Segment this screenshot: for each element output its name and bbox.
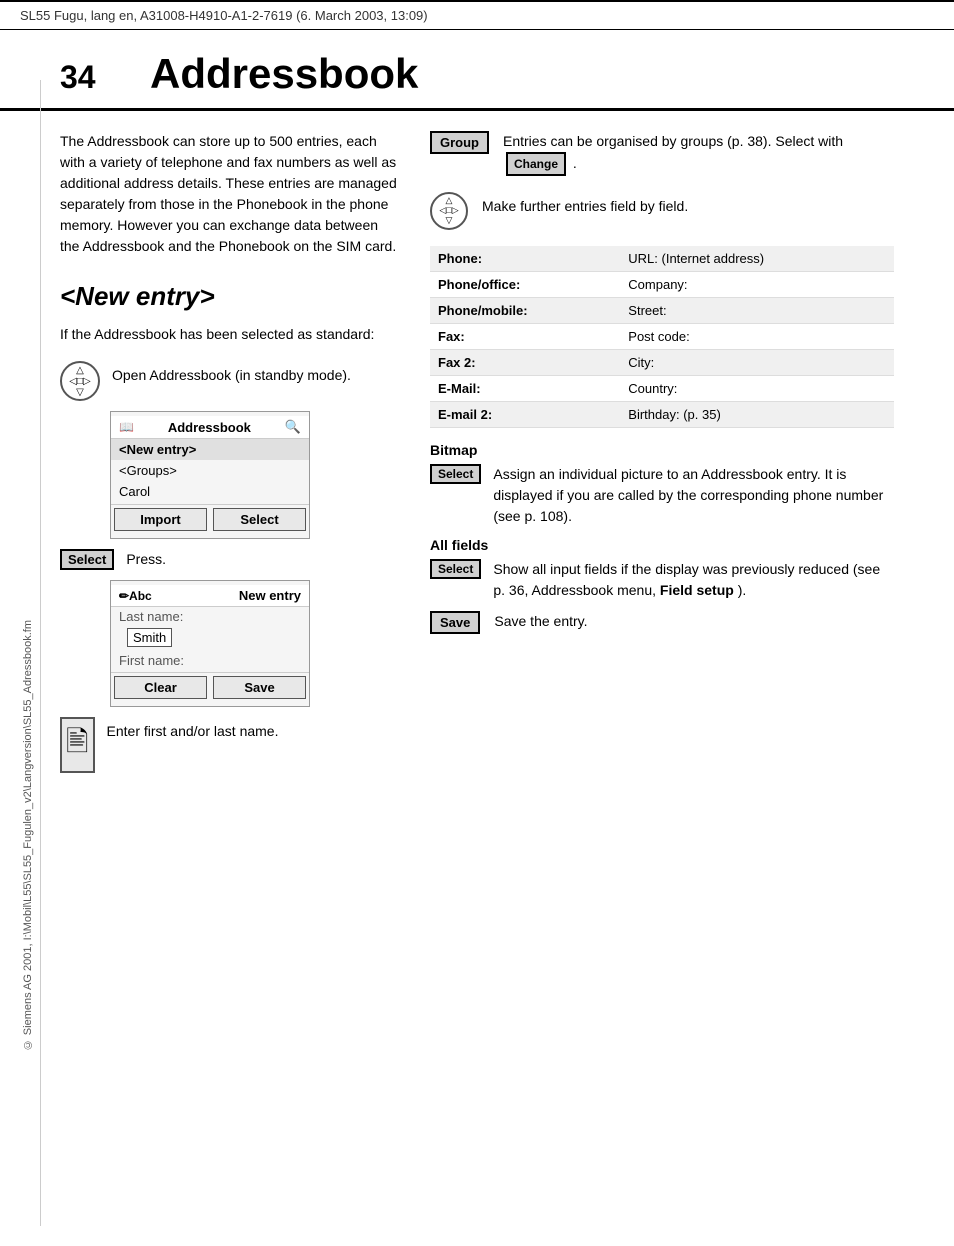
form-ui-buttons: Clear Save bbox=[111, 672, 309, 702]
allfields-section: All fields Select Show all input fields … bbox=[430, 537, 894, 601]
header-bar: SL55 Fugu, lang en, A31008-H4910-A1-2-76… bbox=[0, 0, 954, 30]
select-badge: Select bbox=[60, 549, 114, 570]
enter-name-row: 🖹 Enter first and/or last name. bbox=[60, 717, 400, 773]
field-table: Phone: URL: (Internet address) Phone/off… bbox=[430, 246, 894, 428]
bitmap-select-badge: Select bbox=[430, 464, 481, 484]
form-last-name-label: Last name: bbox=[111, 607, 309, 626]
open-addressbook-row: △◁□▷▽ Open Addressbook (in standby mode)… bbox=[60, 361, 400, 401]
form-last-name-box: Smith bbox=[127, 628, 172, 647]
enter-name-text: Enter first and/or last name. bbox=[107, 721, 279, 742]
field-postcode: Post code: bbox=[620, 324, 894, 350]
table-row: Phone: URL: (Internet address) bbox=[430, 246, 894, 272]
keyboard-icon: 🖹 bbox=[60, 717, 95, 773]
field-fax2: Fax 2: bbox=[430, 350, 620, 376]
select-press-row: Select Press. bbox=[60, 549, 400, 570]
field-country: Country: bbox=[620, 376, 894, 402]
phone-ui-titlebar: 📖 Addressbook 🔍 bbox=[111, 416, 309, 439]
page-header: 34 Addressbook bbox=[0, 30, 954, 111]
press-text: Press. bbox=[126, 551, 166, 567]
phone-ui-item-carol: Carol bbox=[111, 481, 309, 502]
allfields-select-badge: Select bbox=[430, 559, 481, 579]
left-border bbox=[40, 80, 41, 1226]
phone-ui-search-icon: 🔍 bbox=[285, 419, 301, 435]
phone-ui: 📖 Addressbook 🔍 <New entry> <Groups> Car… bbox=[110, 411, 310, 539]
form-ui: ✏Abc New entry Last name: Smith First na… bbox=[110, 580, 310, 707]
page-title: Addressbook bbox=[150, 50, 418, 98]
save-desc: Save the entry. bbox=[494, 613, 587, 629]
intro-text: The Addressbook can store up to 500 entr… bbox=[60, 131, 400, 257]
nav-row: △◁□▷▽ Make further entries field by fiel… bbox=[430, 192, 894, 230]
save-section: Save Save the entry. bbox=[430, 611, 894, 634]
nav-circle-field: △◁□▷▽ bbox=[430, 192, 468, 230]
group-row: Group Entries can be organised by groups… bbox=[430, 131, 894, 176]
table-row: Fax 2: City: bbox=[430, 350, 894, 376]
header-text: SL55 Fugu, lang en, A31008-H4910-A1-2-76… bbox=[20, 8, 428, 23]
form-first-name-label: First name: bbox=[111, 651, 309, 670]
bitmap-label: Bitmap bbox=[430, 442, 894, 458]
phone-ui-icon: 📖 bbox=[119, 420, 134, 434]
phone-ui-import-btn[interactable]: Import bbox=[114, 508, 207, 531]
field-email: E-Mail: bbox=[430, 376, 620, 402]
sidebar-copyright: © Siemens AG 2001, I:\Mobil\L55\SL55_Fug… bbox=[22, 620, 34, 1050]
allfields-desc: Show all input fields if the display was… bbox=[493, 559, 894, 601]
right-column: Group Entries can be organised by groups… bbox=[430, 131, 894, 783]
table-row: E-Mail: Country: bbox=[430, 376, 894, 402]
field-phone: Phone: bbox=[430, 246, 620, 272]
table-row: Phone/office: Company: bbox=[430, 272, 894, 298]
new-entry-heading: <New entry> bbox=[60, 281, 400, 312]
table-row: Fax: Post code: bbox=[430, 324, 894, 350]
form-ui-title: New entry bbox=[239, 588, 301, 603]
open-desc: Open Addressbook (in standby mode). bbox=[112, 365, 351, 386]
group-desc: Entries can be organised by groups (p. 3… bbox=[503, 131, 894, 176]
group-badge: Group bbox=[430, 131, 489, 154]
save-badge: Save bbox=[430, 611, 480, 634]
nav-circle-open: △◁□▷▽ bbox=[60, 361, 100, 401]
nav-desc: Make further entries field by field. bbox=[482, 196, 688, 217]
field-phone-mobile: Phone/mobile: bbox=[430, 298, 620, 324]
page-number: 34 bbox=[60, 59, 120, 96]
main-content: The Addressbook can store up to 500 entr… bbox=[0, 131, 954, 783]
form-ui-titlebar: ✏Abc New entry bbox=[111, 585, 309, 607]
phone-ui-select-btn[interactable]: Select bbox=[213, 508, 306, 531]
field-city: City: bbox=[620, 350, 894, 376]
phone-ui-title: Addressbook bbox=[168, 420, 251, 435]
field-url: URL: (Internet address) bbox=[620, 246, 894, 272]
field-street: Street: bbox=[620, 298, 894, 324]
field-birthday: Birthday: (p. 35) bbox=[620, 402, 894, 428]
allfields-label: All fields bbox=[430, 537, 894, 553]
new-entry-desc: If the Addressbook has been selected as … bbox=[60, 324, 400, 345]
phone-ui-item-groups: <Groups> bbox=[111, 460, 309, 481]
field-email2: E-mail 2: bbox=[430, 402, 620, 428]
table-row: Phone/mobile: Street: bbox=[430, 298, 894, 324]
form-clear-btn[interactable]: Clear bbox=[114, 676, 207, 699]
field-phone-office: Phone/office: bbox=[430, 272, 620, 298]
form-last-name-value: Smith bbox=[111, 626, 309, 651]
phone-ui-item-new-entry: <New entry> bbox=[111, 439, 309, 460]
table-row: E-mail 2: Birthday: (p. 35) bbox=[430, 402, 894, 428]
left-column: The Addressbook can store up to 500 entr… bbox=[60, 131, 400, 783]
form-save-btn[interactable]: Save bbox=[213, 676, 306, 699]
field-fax: Fax: bbox=[430, 324, 620, 350]
form-ui-icon: ✏Abc bbox=[119, 589, 152, 603]
field-company: Company: bbox=[620, 272, 894, 298]
change-badge: Change bbox=[506, 152, 566, 176]
bitmap-section: Bitmap Select Assign an individual pictu… bbox=[430, 442, 894, 527]
phone-ui-buttons: Import Select bbox=[111, 504, 309, 534]
bitmap-desc: Assign an individual picture to an Addre… bbox=[493, 464, 894, 527]
